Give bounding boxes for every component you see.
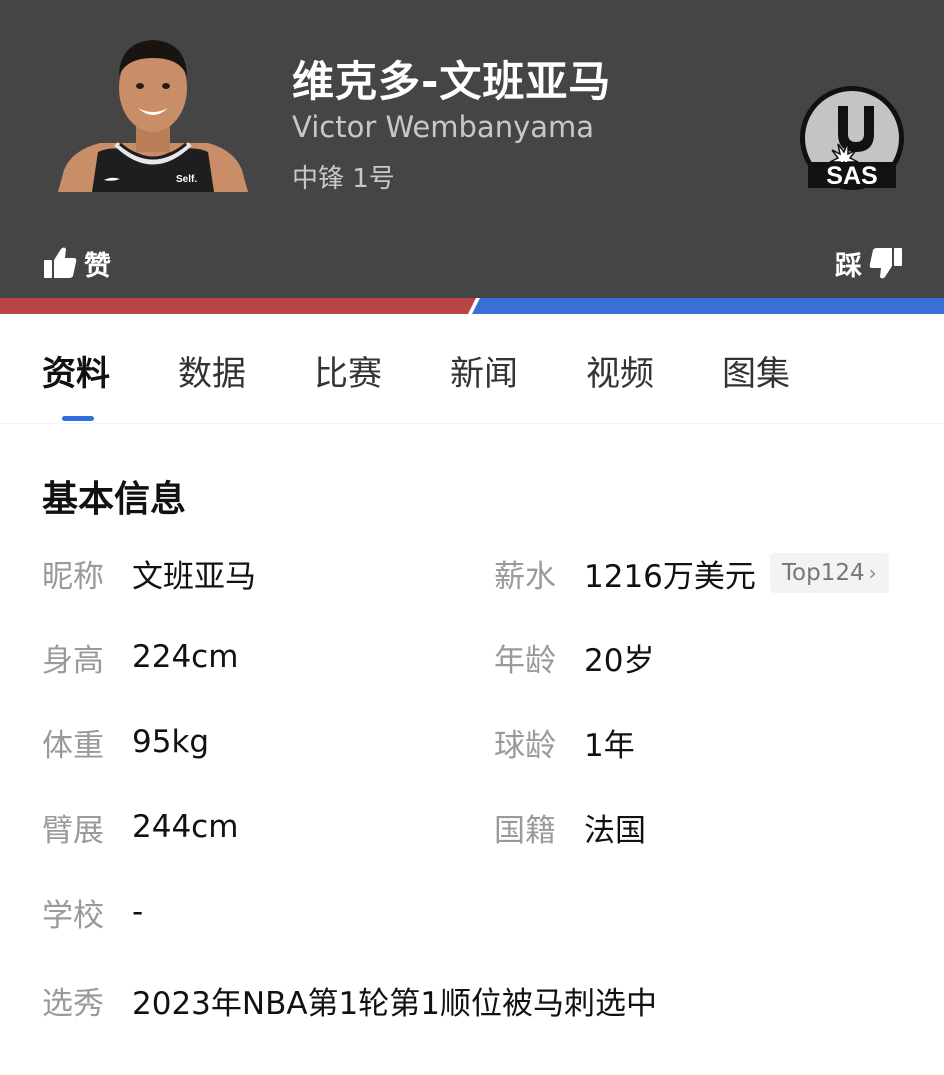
info-label: 臂展	[42, 812, 104, 849]
info-row-nickname: 昵称 文班亚马	[42, 551, 256, 595]
tab-games[interactable]: 比赛	[314, 346, 382, 395]
active-tab-indicator	[62, 416, 94, 421]
team-abbr: SAS	[826, 162, 877, 190]
info-label: 薪水	[494, 558, 556, 595]
info-row-school: 学校 -	[42, 890, 143, 934]
info-row-height: 身高 224cm	[42, 635, 238, 679]
info-label: 体重	[42, 727, 104, 764]
info-label: 年龄	[494, 642, 556, 679]
info-label: 学校	[42, 897, 104, 934]
info-row-weight: 体重 95kg	[42, 720, 209, 764]
info-value: 20岁	[584, 642, 655, 679]
thumbs-down-icon	[869, 248, 902, 279]
info-value: 224cm	[132, 639, 239, 675]
info-row-nationality: 国籍 法国	[494, 805, 646, 849]
jersey-sponsor-logo: Self.	[176, 174, 197, 185]
tab-profile[interactable]: 资料	[42, 346, 110, 395]
tab-bar: 资料 数据 比赛 新闻 视频 图集	[0, 314, 944, 424]
salary-rank-label: Top124	[781, 560, 865, 586]
info-value: 244cm	[132, 809, 239, 845]
info-row-wingspan: 臂展 244cm	[42, 805, 238, 849]
info-label: 昵称	[42, 558, 104, 595]
info-row-salary: 薪水 1216万美元 Top124 ›	[494, 551, 889, 595]
player-name-en: Victor Wembanyama	[292, 110, 595, 144]
info-row-age: 年龄 20岁	[494, 635, 654, 679]
spurs-logo-icon[interactable]: SAS	[798, 84, 906, 192]
dislike-label: 踩	[835, 250, 862, 282]
tab-videos[interactable]: 视频	[586, 346, 654, 395]
info-row-experience: 球龄 1年	[494, 720, 635, 764]
info-row-draft: 选秀 2023年NBA第1轮第1顺位被马刺选中	[42, 978, 657, 1022]
info-value: 文班亚马	[132, 558, 256, 595]
player-header: Self. 维克多-文班亚马 Victor Wembanyama 中锋 1号 S…	[0, 0, 944, 298]
tab-news[interactable]: 新闻	[450, 346, 518, 395]
info-value: 1年	[584, 727, 635, 764]
tab-stats[interactable]: 数据	[178, 346, 246, 395]
player-avatar: Self.	[58, 40, 248, 192]
info-value: 95kg	[132, 724, 210, 760]
player-name-cn: 维克多-文班亚马	[292, 57, 612, 106]
dislike-button[interactable]: 踩	[835, 243, 904, 283]
info-label: 身高	[42, 642, 104, 679]
like-button[interactable]: 赞	[42, 243, 111, 283]
like-label: 赞	[84, 250, 111, 282]
player-position: 中锋 1号	[292, 164, 395, 194]
like-ratio-segment	[0, 298, 476, 314]
info-value: 2023年NBA第1轮第1顺位被马刺选中	[132, 985, 658, 1022]
section-title-basic-info: 基本信息	[42, 479, 187, 520]
thumbs-up-icon	[44, 247, 77, 278]
info-label: 球龄	[494, 727, 556, 764]
vote-ratio-bar	[0, 298, 944, 314]
info-label: 国籍	[494, 812, 556, 849]
dislike-ratio-segment	[472, 298, 944, 314]
info-value: 法国	[584, 812, 646, 849]
info-value: 1216万美元	[584, 558, 756, 595]
salary-rank-badge[interactable]: Top124 ›	[769, 553, 889, 593]
tab-gallery[interactable]: 图集	[722, 346, 790, 395]
info-label: 选秀	[42, 985, 104, 1022]
info-value: -	[132, 894, 144, 930]
chevron-right-icon: ›	[868, 561, 877, 585]
